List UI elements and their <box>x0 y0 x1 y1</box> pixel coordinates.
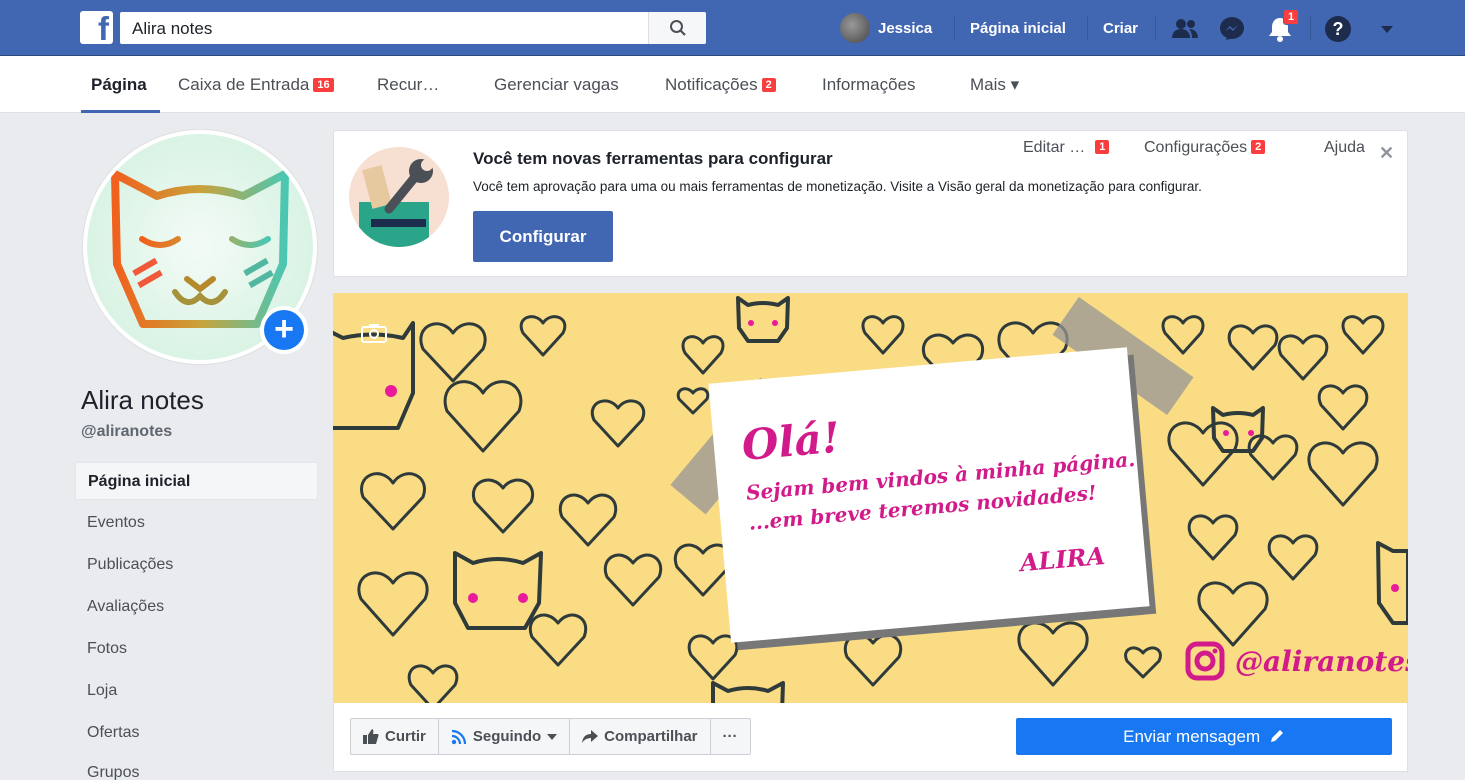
avatar <box>840 13 870 43</box>
notice-body: Você tem aprovação para uma ou mais ferr… <box>473 179 1202 194</box>
instagram-handle: @aliranotes <box>1185 641 1408 681</box>
close-icon[interactable]: ✕ <box>1379 143 1394 164</box>
welcome-note: Olá! Sejam bem vindos à minha página. ..… <box>708 347 1150 643</box>
tab-jobs[interactable]: Gerenciar vagas <box>494 75 619 95</box>
tab-inbox[interactable]: Caixa de Entrada 16 <box>178 75 334 95</box>
action-button-group: Curtir Seguindo Compartilhar ··· <box>350 718 751 755</box>
add-photo-button[interactable]: + <box>260 306 308 354</box>
home-link[interactable]: Página inicial <box>970 20 1066 37</box>
plus-icon: + <box>264 310 304 350</box>
instagram-username: @aliranotes <box>1235 644 1408 678</box>
tab-info[interactable]: Informações <box>822 75 916 95</box>
cover-photo[interactable]: Olá! Sejam bem vindos à minha página. ..… <box>333 293 1408 703</box>
sidebar-item-reviews[interactable]: Avaliações <box>75 588 318 626</box>
more-options-button[interactable]: ··· <box>711 719 750 754</box>
messenger-icon[interactable] <box>1217 14 1247 44</box>
sidebar-item-shop[interactable]: Loja <box>75 672 318 710</box>
help-icon[interactable]: ? <box>1323 14 1353 44</box>
share-button[interactable]: Compartilhar <box>570 719 711 754</box>
sidebar-item-events[interactable]: Eventos <box>75 504 318 542</box>
tools-icon <box>349 147 449 247</box>
help-link[interactable]: Ajuda <box>1324 139 1365 157</box>
page-actions-bar: Curtir Seguindo Compartilhar ··· Enviar … <box>333 703 1408 772</box>
notice-title: Você tem novas ferramentas para configur… <box>473 149 833 168</box>
notifications-tab-badge: 2 <box>761 78 776 92</box>
like-button[interactable]: Curtir <box>351 719 439 754</box>
top-navigation-bar: f Alira notes Jessica Página inicial Cri… <box>0 0 1465 56</box>
sidebar-item-photos[interactable]: Fotos <box>75 630 318 668</box>
tab-more[interactable]: Mais ▾ <box>970 75 1019 95</box>
sidebar-item-posts[interactable]: Publicações <box>75 546 318 584</box>
search-box[interactable]: Alira notes <box>120 12 706 44</box>
search-button[interactable] <box>648 12 706 44</box>
friend-requests-icon[interactable] <box>1170 14 1200 44</box>
settings-badge: 2 <box>1251 140 1266 154</box>
note-greeting: Olá! <box>739 412 842 471</box>
tab-resources[interactable]: Recur… <box>377 75 439 95</box>
pencil-icon <box>1270 730 1283 742</box>
thumbs-up-icon <box>363 729 379 744</box>
sidebar-item-home[interactable]: Página inicial <box>75 462 318 500</box>
following-button[interactable]: Seguindo <box>439 719 571 754</box>
page-tabs: Página Caixa de Entrada 16 Recur… Gerenci… <box>0 56 1465 113</box>
tab-page[interactable]: Página <box>91 75 147 95</box>
active-tab-indicator <box>81 110 160 113</box>
tab-notifications[interactable]: Notificações 2 <box>665 75 776 95</box>
chevron-down-icon[interactable] <box>1372 14 1402 44</box>
rss-follow-icon <box>451 729 466 744</box>
monetization-notice-card: Você tem novas ferramentas para configur… <box>333 130 1408 277</box>
inbox-badge: 16 <box>313 78 334 92</box>
create-link[interactable]: Criar <box>1103 20 1138 37</box>
share-arrow-icon <box>582 729 599 743</box>
notifications-badge: 1 <box>1283 9 1300 25</box>
edit-link[interactable]: Editar … 1 <box>1023 139 1110 157</box>
camera-icon[interactable] <box>361 323 387 343</box>
sidebar-item-offers[interactable]: Ofertas <box>75 714 318 752</box>
profile-link[interactable]: Jessica <box>840 0 932 56</box>
svg-text:?: ? <box>1333 19 1344 39</box>
page-username[interactable]: @aliranotes <box>81 423 172 441</box>
search-input[interactable]: Alira notes <box>132 19 212 39</box>
configure-button[interactable]: Configurar <box>473 211 613 262</box>
note-signature: ALIRA <box>1018 540 1107 578</box>
facebook-logo-icon[interactable]: f <box>80 11 113 44</box>
sidebar-item-groups[interactable]: Grupos <box>75 754 318 780</box>
send-message-button[interactable]: Enviar mensagem <box>1016 718 1392 755</box>
instagram-icon <box>1185 641 1225 681</box>
page-title: Alira notes <box>81 385 204 415</box>
settings-link[interactable]: Configurações 2 <box>1144 139 1266 157</box>
search-icon <box>670 20 686 36</box>
profile-name: Jessica <box>878 19 933 37</box>
edit-badge: 1 <box>1095 140 1110 154</box>
chevron-down-icon <box>547 733 558 740</box>
